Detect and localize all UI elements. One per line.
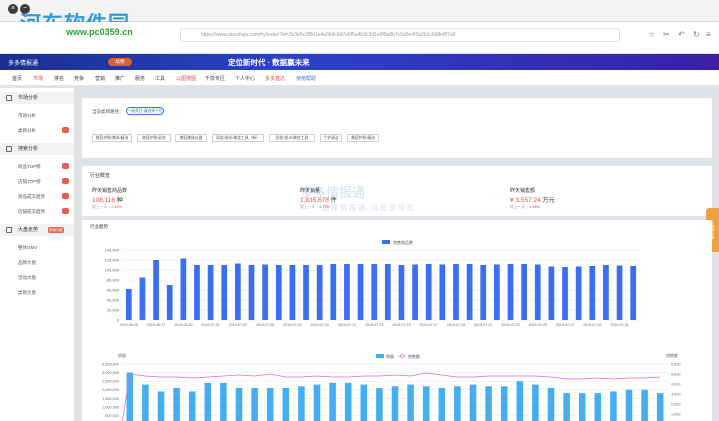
category-tag[interactable]: 美容美体仪器 — [175, 134, 207, 142]
sidebar-section-market[interactable]: 市场分析 — [0, 92, 74, 104]
category-tag[interactable]: 美容护肤/美体/精油 — [92, 134, 132, 142]
stat-compare: 较上一天 ↑ 3.98% — [510, 205, 540, 209]
new-feature-badge: 新版功能 — [48, 227, 64, 233]
nav-item-marketing[interactable]: 营销 — [95, 75, 105, 82]
background-watermark-sub: 选择情报通 运营更轻松 — [322, 205, 416, 212]
sidebar-item-goods-trend[interactable]: 商品成交趋势 — [18, 194, 45, 200]
nav-item-image-search[interactable]: 以图搜图 — [176, 75, 196, 82]
address-bar[interactable]: https://www.duoshuju.com/hy/index?id=2b3… — [180, 28, 620, 42]
star-icon[interactable]: ☆ — [648, 30, 655, 39]
category-tag[interactable]: 美容护肤/彩妆 — [137, 134, 171, 142]
sidebar-item-market-analysis[interactable]: 市场分析 — [18, 113, 36, 119]
nav-item-compete[interactable]: 竞争 — [74, 75, 84, 82]
stat-value: 1,835,678 件 — [300, 197, 337, 204]
nav-item-help[interactable]: 使用帮助 — [296, 75, 316, 82]
banner-slogan: 定位新时代 · 数据赢未来 — [228, 58, 310, 67]
trend-title: 行业趋势 — [90, 224, 108, 229]
new-badge — [62, 178, 69, 184]
nav-item-personal[interactable]: 个人中心 — [235, 75, 255, 82]
sidebar: 市场分析 市场分析 类目分析 搜索分析 商品TOP榜 店铺TOP榜 商品成交趋势… — [0, 88, 74, 421]
sidebar-section-overall[interactable]: 大盘走势 新版功能 — [0, 224, 74, 236]
site-logo[interactable]: 多多情报通 — [8, 58, 38, 67]
sidebar-section-search[interactable]: 搜索分析 — [0, 143, 74, 155]
stat-value: ¥ 3,557.24 万元 — [510, 197, 555, 204]
new-badge — [62, 193, 69, 199]
category-tag[interactable]: 个护清洁 — [320, 134, 342, 142]
site-banner: 多多情报通 续费 定位新时代 · 数据赢未来 — [0, 54, 719, 70]
sidebar-item-shop-trend[interactable]: 店铺成交趋势 — [18, 209, 45, 215]
sidebar-item-shop-top[interactable]: 店铺TOP榜 — [18, 179, 41, 185]
stat-compare: 较上一天 ↑ 4.75% — [300, 205, 330, 209]
search-icon — [6, 146, 12, 152]
trend-panel — [82, 220, 712, 421]
new-badge — [62, 163, 69, 169]
nav-item-tools[interactable]: 工具 — [155, 75, 165, 82]
category-tag[interactable]: 美容护肤/精油 — [347, 134, 379, 142]
nav-item-market[interactable]: 市场 — [33, 75, 43, 82]
sidebar-item-brand[interactable]: 品牌大盘 — [18, 260, 36, 266]
cut-icon[interactable]: ✂ — [663, 30, 670, 39]
sidebar-item-goods-top[interactable]: 商品TOP榜 — [18, 164, 41, 170]
menu-icon[interactable]: ≡ — [706, 30, 711, 39]
stat-label: 昨天销售商品数 — [92, 188, 128, 194]
chart-icon — [6, 95, 12, 101]
top-navigation: 首页 市场 排名 竞争 营销 推广 服务 工具 以图搜图 千款专区 个人中心 多… — [0, 70, 719, 86]
refresh-icon[interactable]: ↻ — [693, 30, 700, 39]
undo-icon[interactable]: ↶ — [678, 30, 685, 39]
category-path-label: 当前类目路径： — [92, 109, 124, 114]
stat-compare: 较上一天 ↑ 2.49% — [92, 205, 122, 209]
stat-value: 108,116 种 — [92, 197, 123, 204]
nav-item-promote[interactable]: 推广 — [115, 75, 125, 82]
nav-item-service[interactable]: 服务 — [135, 75, 145, 82]
stat-label: 昨天销售额 — [510, 188, 536, 194]
close-icon[interactable]: × — [8, 4, 18, 14]
nav-item-zone[interactable]: 千款专区 — [205, 75, 225, 82]
category-select-button[interactable]: 一级类目/请选择下拉 — [126, 107, 164, 115]
grid-icon — [6, 227, 12, 233]
nav-item-home[interactable]: 首页 — [12, 75, 22, 82]
watermark-url: www.pc0359.cn — [66, 27, 133, 37]
sidebar-item-category-overall[interactable]: 类目大盘 — [18, 290, 36, 296]
nav-item-rank[interactable]: 排名 — [54, 75, 64, 82]
sidebar-item-activity[interactable]: 活动大盘 — [18, 275, 36, 281]
category-tag[interactable]: 彩妆/香水/美妆工具（新） — [212, 134, 264, 142]
stat-label: 昨天销量 — [300, 188, 321, 194]
sidebar-item-category-analysis[interactable]: 类目分析 — [18, 128, 36, 134]
sidebar-item-gmv[interactable]: 整体GMV — [18, 245, 37, 251]
category-tag[interactable]: 彩妆/香水/美妆工具 — [269, 134, 315, 142]
new-badge — [62, 208, 69, 214]
new-badge — [62, 127, 69, 133]
renew-button[interactable]: 续费 — [108, 58, 132, 66]
category-filter-panel — [82, 98, 712, 158]
nav-item-direct[interactable]: 多多直达 — [265, 75, 285, 82]
industry-overview-title: 行业概览 — [90, 173, 111, 179]
